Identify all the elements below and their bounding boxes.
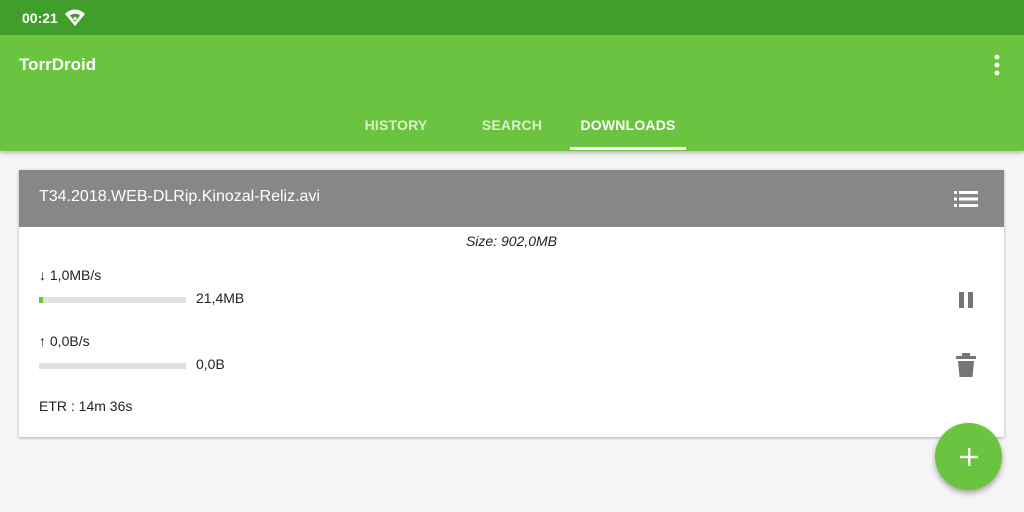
file-size: Size: 902,0MB xyxy=(465,233,558,249)
download-rate: ↓ 1,0MB/s xyxy=(39,267,102,283)
download-card[interactable]: T34.2018.WEB-DLRip.Kinozal-Reliz.avi Siz… xyxy=(19,170,1004,437)
add-icon xyxy=(959,447,978,466)
download-card-header: T34.2018.WEB-DLRip.Kinozal-Reliz.avi xyxy=(19,170,1004,227)
app-bar: TorrDroid HISTORY SEARCH DOWNLOADS xyxy=(0,35,1024,151)
download-progress-fill xyxy=(39,297,43,303)
more-vert-icon[interactable] xyxy=(984,52,1010,78)
status-time: 00:21 xyxy=(22,9,58,26)
tab-indicator xyxy=(570,147,686,150)
upload-rate: ↑ 0,0B/s xyxy=(39,333,90,349)
file-name: T34.2018.WEB-DLRip.Kinozal-Reliz.avi xyxy=(39,188,320,205)
downloaded-amount: 21,4MB xyxy=(196,290,245,306)
delete-icon[interactable] xyxy=(956,353,976,377)
status-bar: 00:21 xyxy=(0,0,1024,35)
wifi-icon xyxy=(64,9,86,27)
tab-downloads[interactable]: DOWNLOADS xyxy=(570,99,686,151)
tab-search[interactable]: SEARCH xyxy=(456,99,568,151)
tab-history[interactable]: HISTORY xyxy=(340,99,452,151)
uploaded-amount: 0,0B xyxy=(196,356,225,372)
download-progress-bar xyxy=(39,297,186,303)
app-title: TorrDroid xyxy=(19,55,97,74)
pause-icon[interactable] xyxy=(956,290,976,310)
etr-label: ETR : 14m 36s xyxy=(39,398,133,414)
list-icon[interactable] xyxy=(954,190,978,208)
add-button[interactable] xyxy=(935,423,1002,490)
upload-progress-bar xyxy=(39,363,186,369)
